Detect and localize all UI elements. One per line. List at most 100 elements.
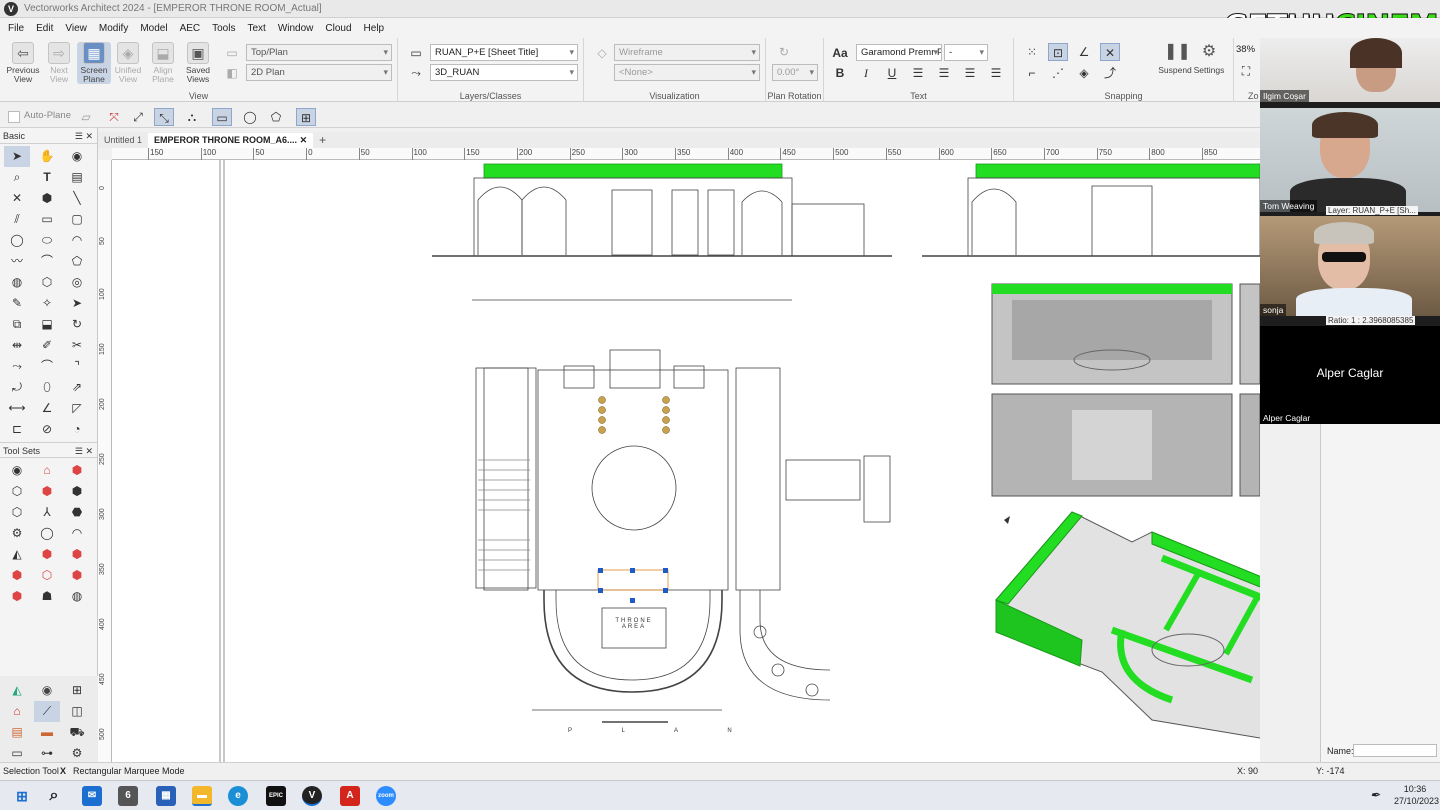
camera-toolset-icon[interactable]: ◍	[64, 586, 90, 607]
snap-distance-button[interactable]: ⌐	[1022, 64, 1042, 82]
align-right-button[interactable]: ☰	[960, 64, 980, 82]
clock-date[interactable]: 27/10/2023	[1394, 796, 1439, 806]
snap-intersection-button[interactable]: ✕	[1100, 43, 1120, 61]
polygon-mode-icon[interactable]: ⬠	[266, 108, 286, 126]
objects-toolset-icon[interactable]: ⬢	[34, 481, 60, 502]
snap-grid-button[interactable]: ⁙	[1022, 43, 1042, 61]
survey-toolset-icon[interactable]: ◭	[4, 544, 30, 565]
edge-browser-icon[interactable]: e	[228, 786, 248, 806]
furniture-toolset-icon[interactable]: ⬢	[64, 460, 90, 481]
house-toolset-icon[interactable]: ⌂	[4, 701, 30, 722]
attribute-tool-icon[interactable]: ✧	[34, 293, 60, 314]
line-tool-icon[interactable]: ╲	[64, 188, 90, 209]
hvac-toolset-icon[interactable]: ⬡	[34, 565, 60, 586]
close-icon[interactable]: ☰ ✕	[75, 128, 93, 144]
search-icon[interactable]: ⌕	[44, 786, 64, 806]
close-icon[interactable]: ✕	[300, 135, 308, 145]
windows-start-icon[interactable]: ⊞	[12, 786, 32, 806]
measure-tool-icon[interactable]: ◔	[64, 419, 90, 440]
space-toolset-icon[interactable]: ◯	[34, 523, 60, 544]
selection-tool-icon[interactable]: ➤	[4, 146, 30, 167]
clip-tool-icon[interactable]: ⬓	[34, 314, 60, 335]
name-field[interactable]	[1353, 744, 1437, 757]
pan-tool-icon[interactable]: ✋	[34, 146, 60, 167]
saved-views-button[interactable]: ▣ Saved Views	[181, 42, 215, 84]
gears-toolset-icon[interactable]: ⚙	[64, 743, 90, 764]
spiral-tool-icon[interactable]: ◍	[4, 272, 30, 293]
epic-games-icon[interactable]: EPIC	[266, 786, 286, 806]
connector-toolset-icon[interactable]: ⊶	[34, 743, 60, 764]
font-size-dropdown[interactable]: -	[944, 44, 988, 61]
hexagon-tool-icon[interactable]: ⬡	[34, 272, 60, 293]
video-tile-sonja[interactable]: sonja	[1260, 216, 1440, 316]
zoom-fit-icon[interactable]: ⛶	[1236, 62, 1256, 80]
lasso-mode-icon[interactable]: ◯	[240, 108, 260, 126]
menu-text[interactable]: Text	[241, 23, 271, 34]
protractor-tool-icon[interactable]: ⊘	[34, 419, 60, 440]
render-toolset-icon[interactable]: ⬢	[34, 544, 60, 565]
detailing-toolset-icon[interactable]: ⅄	[34, 502, 60, 523]
menu-cloud[interactable]: Cloud	[319, 23, 357, 34]
dims-toolset-icon[interactable]: ⬡	[4, 502, 30, 523]
render-mode-dropdown[interactable]: Wireframe	[614, 44, 760, 61]
acrobat-icon[interactable]: A	[340, 786, 360, 806]
menu-window[interactable]: Window	[272, 23, 320, 34]
auto-plane-checkbox[interactable]	[8, 111, 20, 123]
plane-mode-icon[interactable]: ▱	[76, 108, 96, 126]
text-tool-icon[interactable]: T	[34, 167, 60, 188]
plan-rotation-field[interactable]: 0.00°	[772, 64, 818, 81]
photos-app-icon[interactable]: 6	[118, 786, 138, 806]
unconstrained-icon[interactable]: ⤧	[104, 108, 124, 126]
dimension-tool-icon[interactable]: ⟷	[4, 398, 30, 419]
tab-untitled[interactable]: Untitled 1	[98, 133, 148, 148]
font-dropdown[interactable]: Garamond Premr P	[856, 44, 942, 61]
cabinet2-toolset-icon[interactable]: ▤	[4, 722, 30, 743]
site-toolset-icon[interactable]: ⬢	[64, 481, 90, 502]
rectangle-mode-icon[interactable]: ▭	[212, 108, 232, 126]
snap-settings-button[interactable]: ⚙ Settings	[1192, 42, 1226, 75]
eyedropper-tool-icon[interactable]: ✎	[4, 293, 30, 314]
class-dropdown[interactable]: 3D_RUAN	[430, 64, 578, 81]
camera2-toolset-icon[interactable]: ◫	[64, 701, 90, 722]
menu-view[interactable]: View	[59, 23, 93, 34]
tab-emperor-throne-room[interactable]: EMPEROR THRONE ROOM_A6.... ✕	[148, 133, 314, 148]
entertainment-toolset-icon[interactable]: ⬢	[64, 565, 90, 586]
visualization-toolset-icon[interactable]: ◉	[4, 460, 30, 481]
video-tile-ilgim[interactable]: Ilgim Coşar	[1260, 38, 1440, 102]
callout-tool-icon[interactable]: ▤	[64, 167, 90, 188]
video-tile-alper[interactable]: Alper Caglar Alper Caglar	[1260, 326, 1440, 424]
double-line-tool-icon[interactable]: ⫽	[4, 209, 30, 230]
terrain-toolset-icon[interactable]: ◭	[4, 680, 30, 701]
3d-locus-tool-icon[interactable]: ⬢	[34, 188, 60, 209]
polyline-tool-icon[interactable]: ⌒	[34, 251, 60, 272]
next-view-button[interactable]: ⇨ Next View	[42, 42, 76, 84]
grid-toolset-icon[interactable]: ⊞	[64, 680, 90, 701]
vectorworks-taskbar-icon[interactable]: V	[302, 786, 322, 806]
close-icon[interactable]: ☰ ✕	[75, 443, 93, 459]
video-tile-tom[interactable]: Tom Weaving	[1260, 108, 1440, 212]
screen-plane-button[interactable]: ▦ Screen Plane	[77, 42, 111, 84]
shape-tool-icon[interactable]: ⬯	[34, 377, 60, 398]
align-plane-button[interactable]: ⬓ Align Plane	[146, 42, 180, 84]
vehicle-toolset-icon[interactable]: ⛟	[64, 722, 90, 743]
visualization-option-dropdown[interactable]: <None>	[614, 64, 760, 81]
people-toolset-icon[interactable]: ☗	[34, 586, 60, 607]
italic-button[interactable]: I	[856, 64, 876, 82]
projection-dropdown[interactable]: 2D Plan	[246, 64, 392, 81]
calendar-app-icon[interactable]: ▦	[156, 786, 176, 806]
snap-edge-button[interactable]: ⤴	[1100, 64, 1120, 82]
zoom-tool-icon[interactable]: ⌕	[4, 167, 30, 188]
polygon-tool-icon[interactable]: ⬠	[64, 251, 90, 272]
globe-toolset-icon[interactable]: ◉	[34, 680, 60, 701]
freehand-tool-icon[interactable]: 〰	[4, 251, 30, 272]
menu-edit[interactable]: Edit	[30, 23, 59, 34]
rounded-rect-tool-icon[interactable]: ▢	[64, 209, 90, 230]
menu-model[interactable]: Model	[134, 23, 173, 34]
snap-surface-button[interactable]: ◈	[1074, 64, 1094, 82]
visibility-tool-icon[interactable]: ➤	[64, 293, 90, 314]
menu-aec[interactable]: AEC	[174, 23, 207, 34]
snap-tangent-button[interactable]: ⋰	[1048, 64, 1068, 82]
machine-toolset-icon[interactable]: ⚙	[4, 523, 30, 544]
clock-time[interactable]: 10:36	[1394, 784, 1436, 794]
connect-tool-icon[interactable]: ⤳	[4, 356, 30, 377]
